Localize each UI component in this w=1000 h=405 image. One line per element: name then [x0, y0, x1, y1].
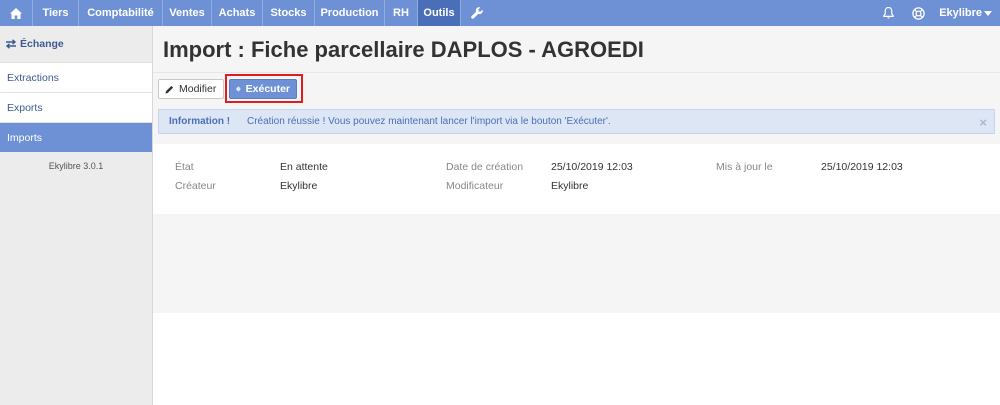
sidebar: Échange Extractions Exports Imports Ekyl… — [0, 26, 153, 405]
app-version: Ekylibre 3.0.1 — [48, 161, 104, 171]
executer-button-label: Exécuter — [245, 83, 290, 95]
main-content: Import : Fiche parcellaire DAPLOS - AGRO… — [153, 26, 1000, 405]
nav-production[interactable]: Production — [315, 0, 384, 26]
modifier-button[interactable]: Modifier — [158, 79, 224, 99]
sidebar-item-imports[interactable]: Imports — [0, 122, 152, 152]
executer-button[interactable]: Exécuter — [229, 79, 297, 99]
createur-label: Créateur — [175, 180, 216, 192]
help-button[interactable] — [903, 0, 933, 26]
createur-value: Ekylibre — [280, 180, 318, 192]
nav-settings[interactable] — [461, 0, 493, 26]
sidebar-header: Échange — [0, 26, 152, 62]
help-icon — [911, 6, 925, 20]
alert-label: Information ! — [169, 116, 231, 127]
nav-achats[interactable]: Achats — [212, 0, 262, 26]
nav-right-group: Ekylibre — [873, 0, 1000, 26]
pencil-icon — [165, 85, 174, 93]
mis-a-jour-label: Mis à jour le — [716, 161, 773, 173]
details-card: État En attente Date de création 25/10/2… — [153, 144, 1000, 214]
top-navbar: Tiers Comptabilité Ventes Achats Stocks … — [0, 0, 1000, 26]
mis-a-jour-value: 25/10/2019 12:03 — [821, 161, 903, 173]
nav-stocks[interactable]: Stocks — [263, 0, 314, 26]
nav-tiers[interactable]: Tiers — [33, 0, 78, 26]
nav-outils[interactable]: Outils — [418, 0, 460, 26]
sidebar-header-label: Échange — [20, 38, 64, 50]
nav-rh[interactable]: RH — [385, 0, 417, 26]
nav-home[interactable] — [0, 0, 32, 26]
etat-label: État — [175, 161, 194, 173]
nav-comptabilite[interactable]: Comptabilité — [79, 0, 162, 26]
close-icon[interactable]: × — [979, 115, 987, 130]
user-name: Ekylibre — [939, 7, 982, 19]
date-creation-value: 25/10/2019 12:03 — [551, 161, 633, 173]
info-alert: Information ! Création réussie ! Vous po… — [158, 109, 995, 134]
modifier-button-label: Modifier — [179, 83, 217, 95]
nav-ventes[interactable]: Ventes — [163, 0, 211, 26]
home-icon — [10, 7, 22, 19]
page-title: Import : Fiche parcellaire DAPLOS - AGRO… — [163, 37, 644, 62]
date-creation-label: Date de création — [446, 161, 524, 173]
sidebar-item-exports[interactable]: Exports — [0, 92, 152, 122]
exchange-icon — [5, 39, 17, 49]
modificateur-label: Modificateur — [446, 180, 504, 192]
sidebar-item-extractions[interactable]: Extractions — [0, 62, 152, 92]
alert-message: Création réussie ! Vous pouvez maintenan… — [247, 116, 611, 127]
etat-value: En attente — [280, 161, 328, 173]
content-panel — [153, 313, 1000, 405]
modificateur-value: Ekylibre — [551, 180, 589, 192]
caret-down-icon — [984, 10, 992, 16]
notifications-button[interactable] — [873, 0, 903, 26]
wrench-icon — [471, 7, 483, 19]
bell-icon — [882, 7, 894, 19]
user-menu[interactable]: Ekylibre — [933, 0, 1000, 26]
title-divider — [153, 72, 1000, 73]
gear-icon — [236, 86, 241, 92]
